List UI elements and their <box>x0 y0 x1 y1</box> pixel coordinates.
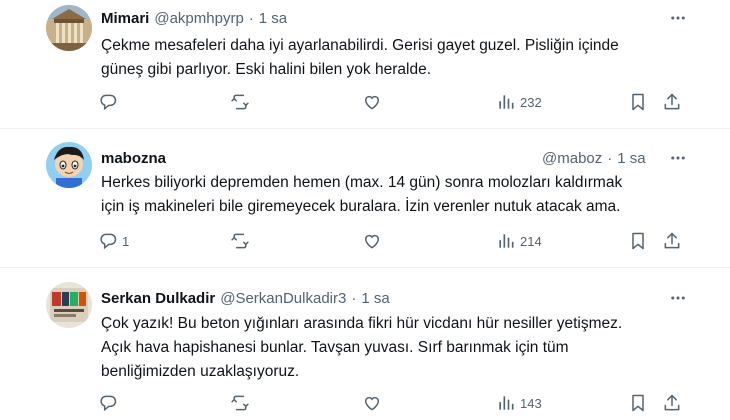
share-icon <box>664 394 680 411</box>
tweet-text-line: Çok yazık! Bu beton yığınları arasında f… <box>101 315 623 332</box>
author-name[interactable]: Mimari <box>101 10 149 27</box>
tweet-text-line: Çekme mesafeleri daha iyi ayarlanabilird… <box>101 37 619 54</box>
tweet-text-line: benliğimizden uzaklaşıyoruz. <box>101 363 300 380</box>
like-button[interactable] <box>362 229 386 253</box>
share-icon <box>664 93 680 110</box>
tweet-text-line: Herkes biliyorki depremden hemen (max. 1… <box>101 174 623 191</box>
like-icon <box>365 234 379 249</box>
retweet-icon <box>231 94 249 110</box>
reply-button[interactable] <box>98 90 122 114</box>
action-bar: 232 <box>96 90 696 114</box>
tweet-1[interactable]: Mimari @akpmhpyrp · 1 sa Çekme mesafeler… <box>0 0 730 128</box>
separator-dot: · <box>607 149 613 167</box>
share-icon <box>664 232 680 249</box>
share-button[interactable] <box>662 391 682 415</box>
tweet-header: Mimari @akpmhpyrp · 1 sa <box>101 8 287 28</box>
retweet-button[interactable] <box>229 90 255 114</box>
timestamp[interactable]: 1 sa <box>617 150 645 167</box>
action-bar: 143 <box>96 391 696 415</box>
retweet-icon <box>231 233 249 249</box>
more-icon[interactable] <box>668 288 688 308</box>
author-name[interactable]: Serkan Dulkadir <box>101 290 215 307</box>
tweet-header: mabozna <box>101 148 171 168</box>
tweet-3[interactable]: Serkan Dulkadir @SerkanDulkadir3 · 1 sa … <box>0 268 730 420</box>
more-icon[interactable] <box>668 148 688 168</box>
tweet-text-line: için iş makineleri bile giremeyecek bura… <box>101 198 621 215</box>
tweet-text: Çok yazık! Bu beton yığınları arasında f… <box>101 312 701 384</box>
avatar[interactable] <box>46 282 92 328</box>
like-button[interactable] <box>362 391 386 415</box>
retweet-button[interactable] <box>229 229 255 253</box>
views-button[interactable]: 214 <box>496 229 542 253</box>
views-icon <box>499 396 514 410</box>
views-count: 143 <box>520 395 542 411</box>
views-button[interactable]: 143 <box>496 391 542 415</box>
tweet-text: Herkes biliyorki depremden hemen (max. 1… <box>101 171 701 219</box>
bookmark-icon <box>632 394 644 412</box>
share-button[interactable] <box>662 90 682 114</box>
action-bar: 1 214 <box>96 229 696 253</box>
views-count: 232 <box>520 94 542 110</box>
reply-icon <box>100 233 117 250</box>
retweet-icon <box>231 395 249 411</box>
reply-count: 1 <box>122 233 130 249</box>
timestamp[interactable]: 1 sa <box>361 290 389 307</box>
bookmark-icon <box>632 93 644 111</box>
like-icon <box>365 396 379 411</box>
bookmark-button[interactable] <box>628 391 648 415</box>
tweet-text: Çekme mesafeleri daha iyi ayarlanabilird… <box>101 34 701 82</box>
views-icon <box>499 234 514 248</box>
separator-dot: · <box>248 9 254 27</box>
reply-icon <box>100 395 117 412</box>
author-handle[interactable]: @akpmhpyrp <box>154 10 243 27</box>
retweet-button[interactable] <box>229 391 255 415</box>
like-icon <box>365 95 379 110</box>
bookmark-button[interactable] <box>628 229 648 253</box>
separator-dot: · <box>351 289 357 307</box>
views-button[interactable]: 232 <box>496 90 542 114</box>
timestamp[interactable]: 1 sa <box>259 10 287 27</box>
tweet-text-line: Açık hava hapishanesi bunlar. Tavşan yuv… <box>101 339 569 356</box>
more-icon[interactable] <box>668 8 688 28</box>
tweet-header-meta: @maboz · 1 sa <box>542 148 646 168</box>
reply-button[interactable]: 1 <box>98 229 129 253</box>
tweet-text-line: güneş gibi parlıyor. Eski halini bilen y… <box>101 61 431 78</box>
tweet-header: Serkan Dulkadir @SerkanDulkadir3 · 1 sa <box>101 288 390 308</box>
author-handle[interactable]: @SerkanDulkadir3 <box>220 290 346 307</box>
like-button[interactable] <box>362 90 386 114</box>
share-button[interactable] <box>662 229 682 253</box>
author-handle[interactable]: @maboz <box>542 150 602 167</box>
reply-button[interactable] <box>98 391 122 415</box>
tweet-2[interactable]: mabozna @maboz · 1 sa Herkes biliyorki d… <box>0 129 730 267</box>
reply-icon <box>100 94 117 111</box>
views-icon <box>499 95 514 109</box>
bookmark-icon <box>632 232 644 250</box>
avatar[interactable] <box>46 142 92 188</box>
author-name[interactable]: mabozna <box>101 150 166 167</box>
views-count: 214 <box>520 233 542 249</box>
avatar[interactable] <box>46 5 92 51</box>
bookmark-button[interactable] <box>628 90 648 114</box>
